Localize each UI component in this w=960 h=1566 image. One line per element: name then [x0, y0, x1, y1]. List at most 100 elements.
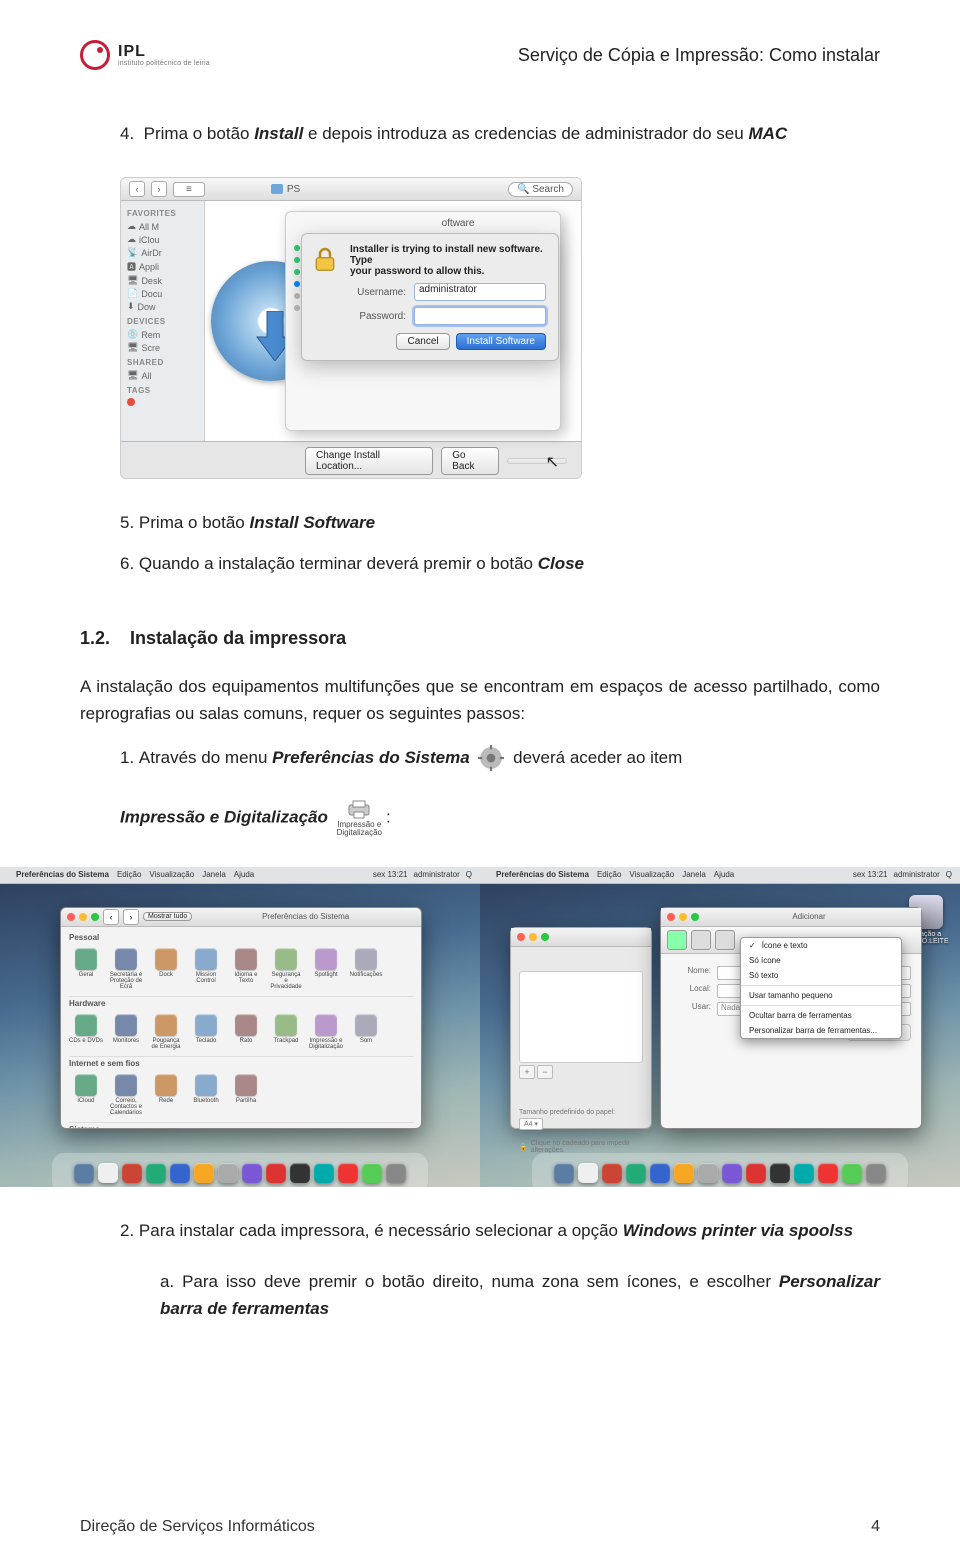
- dock-app[interactable]: [602, 1163, 622, 1183]
- show-all-button[interactable]: Mostrar tudo: [143, 912, 192, 921]
- dock-app[interactable]: [242, 1163, 262, 1183]
- menu-item[interactable]: Personalizar barra de ferramentas...: [741, 1023, 901, 1038]
- prefs-item[interactable]: Secretária e Proteção de Ecrã: [109, 948, 143, 990]
- dock-app[interactable]: [842, 1163, 862, 1183]
- dock-app[interactable]: [698, 1163, 718, 1183]
- prefs-item[interactable]: Rede: [149, 1074, 183, 1116]
- dock-app[interactable]: [866, 1163, 886, 1183]
- sidebar-item[interactable]: 🖥 Desk: [127, 274, 198, 287]
- finder-toolbar: ‹ › ≡ PS 🔍 Search: [121, 178, 581, 201]
- prefs-item[interactable]: Impressão e Digitalização: [309, 1014, 343, 1050]
- prefs-item[interactable]: Som: [349, 1014, 383, 1050]
- zoom-icon[interactable]: [91, 913, 99, 921]
- sidebar-item[interactable]: 🖥 All: [127, 369, 198, 382]
- lock-icon[interactable]: 🔒: [519, 1143, 528, 1151]
- spotlight-icon[interactable]: Q: [946, 870, 952, 879]
- menu-item[interactable]: Só ícone: [741, 953, 901, 968]
- dock-app[interactable]: [794, 1163, 814, 1183]
- dock-app[interactable]: [362, 1163, 382, 1183]
- dock-app[interactable]: [338, 1163, 358, 1183]
- dock-app[interactable]: [818, 1163, 838, 1183]
- change-install-location-button[interactable]: Change Install Location...: [305, 447, 433, 475]
- sidebar-item[interactable]: ☁ All M: [127, 220, 198, 233]
- dock-app[interactable]: [122, 1163, 142, 1183]
- minimize-icon[interactable]: [79, 913, 87, 921]
- prefs-item[interactable]: Idioma e Texto: [229, 948, 263, 990]
- dock-app[interactable]: [194, 1163, 214, 1183]
- dock-app[interactable]: [722, 1163, 742, 1183]
- nav-forward-button[interactable]: ›: [151, 181, 167, 197]
- dock-app[interactable]: [386, 1163, 406, 1183]
- dock-app[interactable]: [170, 1163, 190, 1183]
- prefs-item[interactable]: Geral: [69, 948, 103, 990]
- windows-tab-icon[interactable]: [715, 930, 735, 950]
- printer-list[interactable]: [519, 971, 643, 1063]
- sidebar-item[interactable]: 📄 Docu: [127, 287, 198, 300]
- search-input[interactable]: 🔍 Search: [508, 182, 573, 197]
- prefs-item[interactable]: Notificações: [349, 948, 383, 990]
- dock-app[interactable]: [146, 1163, 166, 1183]
- remove-printer-button[interactable]: −: [537, 1065, 553, 1079]
- prefs-item[interactable]: Bluetooth: [189, 1074, 223, 1116]
- prefs-item[interactable]: Spotlight: [309, 948, 343, 990]
- install-software-button[interactable]: Install Software: [456, 333, 546, 350]
- close-icon[interactable]: [667, 913, 675, 921]
- prefs-item[interactable]: Monitores: [109, 1014, 143, 1050]
- dock-app[interactable]: [98, 1163, 118, 1183]
- dock-app[interactable]: [290, 1163, 310, 1183]
- prefs-item[interactable]: Poupança de Energia: [149, 1014, 183, 1050]
- menu-item[interactable]: Ocultar barra de ferramentas: [741, 1008, 901, 1023]
- prefs-item[interactable]: Correio, Contactos e Calendários: [109, 1074, 143, 1116]
- spotlight-icon[interactable]: Q: [466, 870, 472, 879]
- add-printer-button[interactable]: +: [519, 1065, 535, 1079]
- menu-item[interactable]: Ícone e texto: [741, 938, 901, 953]
- back-button[interactable]: ‹: [103, 909, 119, 925]
- cancel-button[interactable]: Cancel: [396, 333, 449, 350]
- prefs-item[interactable]: Segurança e Privacidade: [269, 948, 303, 990]
- prefs-item[interactable]: iCloud: [69, 1074, 103, 1116]
- dock-app[interactable]: [770, 1163, 790, 1183]
- close-icon[interactable]: [517, 933, 525, 941]
- prefs-item[interactable]: CDs e DVDs: [69, 1014, 103, 1050]
- prefs-item[interactable]: Teclado: [189, 1014, 223, 1050]
- username-input[interactable]: administrator: [414, 283, 546, 301]
- prefs-item[interactable]: Dock: [149, 948, 183, 990]
- fwd-button[interactable]: ›: [123, 909, 139, 925]
- prefs-item[interactable]: Rato: [229, 1014, 263, 1050]
- dock-app[interactable]: [218, 1163, 238, 1183]
- sidebar-item[interactable]: 🅰 Appli: [127, 259, 198, 274]
- dock-app[interactable]: [626, 1163, 646, 1183]
- menu-item[interactable]: Só texto: [741, 968, 901, 983]
- dock-app[interactable]: [650, 1163, 670, 1183]
- sidebar-item[interactable]: ⬇ Dow: [127, 300, 198, 313]
- dock-app[interactable]: [74, 1163, 94, 1183]
- section-intro: A instalação dos equipamentos multifunçõ…: [80, 673, 880, 727]
- dock-app[interactable]: [266, 1163, 286, 1183]
- sidebar-item[interactable]: ☁ iClou: [127, 233, 198, 246]
- zoom-icon[interactable]: [541, 933, 549, 941]
- sidebar-item[interactable]: 📡 AirDr: [127, 246, 198, 259]
- sidebar-item[interactable]: 💿 Rem: [127, 328, 198, 341]
- dock-app[interactable]: [578, 1163, 598, 1183]
- zoom-icon[interactable]: [691, 913, 699, 921]
- default-tab-icon[interactable]: [667, 930, 687, 950]
- dock-app[interactable]: [674, 1163, 694, 1183]
- prefs-item[interactable]: Mission Control: [189, 948, 223, 990]
- menu-item[interactable]: Usar tamanho pequeno: [741, 988, 901, 1003]
- minimize-icon[interactable]: [529, 933, 537, 941]
- close-icon[interactable]: [67, 913, 75, 921]
- dock-app[interactable]: [314, 1163, 334, 1183]
- nav-back-button[interactable]: ‹: [129, 181, 145, 197]
- dock-app[interactable]: [554, 1163, 574, 1183]
- prefs-item[interactable]: Partilha: [229, 1074, 263, 1116]
- ip-tab-icon[interactable]: [691, 930, 711, 950]
- paper-size-select[interactable]: A4 ▾: [519, 1118, 543, 1130]
- password-input[interactable]: [414, 307, 546, 325]
- dock-app[interactable]: [746, 1163, 766, 1183]
- prefs-item[interactable]: Trackpad: [269, 1014, 303, 1050]
- view-mode-icon[interactable]: ≡: [173, 182, 205, 197]
- sidebar-tag[interactable]: [127, 397, 198, 407]
- go-back-button[interactable]: Go Back: [441, 447, 499, 475]
- minimize-icon[interactable]: [679, 913, 687, 921]
- sidebar-item[interactable]: 🖥 Scre: [127, 341, 198, 354]
